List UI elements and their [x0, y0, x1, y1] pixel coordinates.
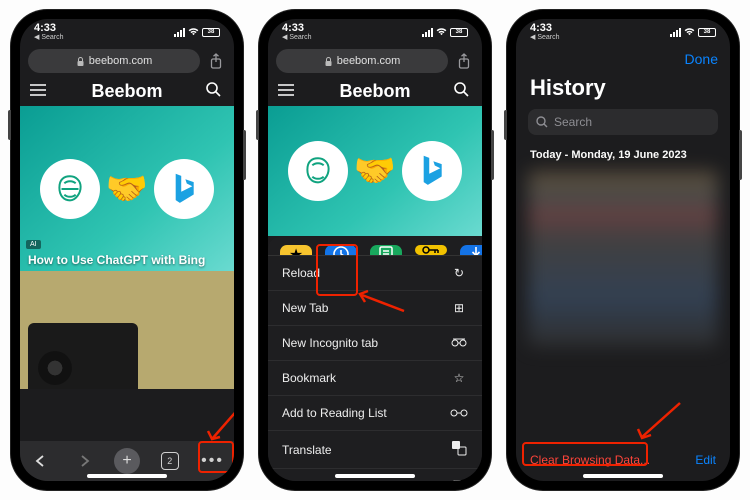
search-icon — [536, 116, 548, 128]
site-header: Beebom — [268, 77, 482, 106]
star-outline-icon: ☆ — [450, 371, 468, 385]
bing-logo-icon — [154, 159, 214, 219]
search-icon[interactable] — [206, 82, 224, 102]
signal-icon — [174, 28, 185, 37]
key-icon — [415, 245, 447, 255]
translate-icon — [450, 441, 468, 458]
status-bar: 4:33◀ Search 38 — [20, 19, 234, 45]
wifi-icon — [188, 28, 199, 36]
hamburger-icon[interactable] — [278, 83, 296, 101]
new-tab-button[interactable]: + — [113, 447, 141, 475]
reading-list-icon — [370, 245, 402, 255]
clear-browsing-data-button[interactable]: Clear Browsing Data... — [530, 453, 650, 467]
address-bar[interactable]: beebom.com — [28, 49, 226, 73]
overflow-menu-sheet: ★Bookmarks History Reading List Password… — [268, 237, 482, 481]
phone-3: 4:33◀ Search 38 Done History Search Toda… — [507, 10, 739, 490]
search-icon[interactable] — [454, 82, 472, 102]
history-day-header: Today - Monday, 19 June 2023 — [516, 145, 730, 165]
article-thumbnail[interactable] — [20, 271, 234, 389]
ai-badge: AI — [26, 240, 41, 249]
bing-logo-icon — [402, 141, 462, 201]
history-title: History — [516, 73, 730, 109]
menu-bookmark[interactable]: Bookmark☆ — [268, 361, 482, 396]
history-entries-blurred — [528, 171, 718, 347]
handshake-icon: 🤝 — [106, 169, 148, 209]
star-icon: ★ — [280, 245, 312, 255]
done-button[interactable]: Done — [685, 51, 718, 67]
menu-reload[interactable]: Reload↻ — [268, 256, 482, 291]
history-search[interactable]: Search — [528, 109, 718, 135]
address-bar[interactable]: beebom.com — [276, 49, 474, 73]
site-title: Beebom — [48, 81, 206, 102]
menu-add-reading[interactable]: Add to Reading List — [268, 396, 482, 431]
status-bar: 4:33◀ Search 38 — [268, 19, 482, 45]
share-button[interactable] — [454, 51, 474, 71]
handshake-icon: 🤝 — [354, 151, 396, 191]
home-indicator[interactable] — [583, 474, 663, 478]
lock-icon — [324, 57, 333, 66]
chatgpt-logo-icon — [40, 159, 100, 219]
home-indicator[interactable] — [335, 474, 415, 478]
desktop-icon: 🖥 — [450, 479, 468, 481]
battery-icon: 38 — [202, 28, 220, 37]
annotation-arrow — [636, 401, 684, 443]
hamburger-icon[interactable] — [30, 83, 48, 101]
incognito-icon — [450, 336, 468, 350]
lock-icon — [76, 57, 85, 66]
phone-1: 4:33◀ Search 38 beebom.com Beebom 🤝 — [11, 10, 243, 490]
menu-new-tab[interactable]: New Tab⊞ — [268, 291, 482, 326]
glasses-icon — [450, 406, 468, 420]
hero-caption: How to Use ChatGPT with Bing — [28, 253, 226, 267]
hero-article[interactable]: 🤝 — [268, 106, 482, 236]
menu-translate[interactable]: Translate — [268, 431, 482, 469]
reload-icon: ↻ — [450, 266, 468, 280]
status-bar: 4:33◀ Search 38 — [516, 19, 730, 45]
new-tab-icon: ⊞ — [450, 301, 468, 315]
search-placeholder: Search — [554, 115, 592, 129]
chatgpt-logo-icon — [288, 141, 348, 201]
site-header: Beebom — [20, 77, 234, 106]
status-back: ◀ Search — [34, 34, 64, 41]
phone-2: 4:33◀ Search 38 beebom.com Beebom 🤝 ★Boo… — [259, 10, 491, 490]
share-button[interactable] — [206, 51, 226, 71]
menu-incognito[interactable]: New Incognito tab — [268, 326, 482, 361]
hero-article[interactable]: 🤝 AI How to Use ChatGPT with Bing — [20, 106, 234, 271]
home-indicator[interactable] — [87, 474, 167, 478]
download-icon — [460, 245, 482, 255]
status-time: 4:33 — [34, 23, 64, 34]
back-button[interactable] — [27, 447, 55, 475]
tabs-button[interactable]: 2 — [156, 447, 184, 475]
url-text: beebom.com — [89, 55, 153, 67]
edit-button[interactable]: Edit — [695, 453, 716, 467]
history-clock-icon — [325, 245, 357, 255]
forward-button[interactable] — [70, 447, 98, 475]
more-menu-button[interactable]: ••• — [199, 447, 227, 475]
